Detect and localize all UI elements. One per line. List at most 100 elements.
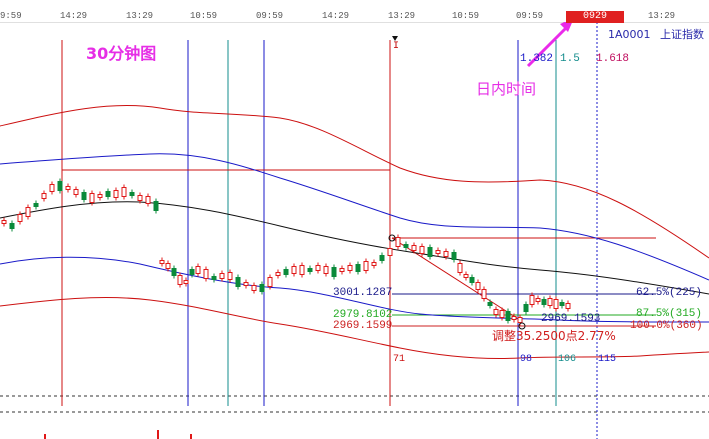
price-level-low-right: 2969.1593: [541, 313, 601, 325]
candle-body: [171, 268, 177, 276]
candle-body: [323, 266, 329, 274]
chart-period-title: 30分钟图: [86, 44, 157, 63]
time-marker-label: I: [393, 41, 400, 52]
bar-count: 115: [598, 354, 617, 365]
candle-body: [105, 191, 111, 197]
candle-body: [219, 273, 225, 279]
candle-body: [371, 262, 377, 266]
candle-body: [73, 189, 79, 195]
axis-tick: 13:29: [388, 11, 416, 21]
candle-body: [129, 192, 135, 196]
candle-body: [299, 265, 305, 275]
boll-mid-line: [0, 153, 709, 281]
candle-body: [541, 299, 547, 305]
candle-body: [315, 265, 321, 271]
candle-body: [493, 309, 499, 315]
axis-tick: 13:29: [648, 11, 676, 21]
price-level-upper: 3001.1287: [333, 287, 393, 299]
candle-body: [547, 298, 553, 306]
index-name-text: 上证指数: [660, 28, 705, 41]
bar-count: 98: [520, 354, 533, 365]
candle-body: [211, 276, 217, 280]
candle-body: [291, 266, 297, 274]
axis-tick: 09:59: [256, 11, 284, 21]
candle-body: [529, 295, 535, 305]
candle-body: [347, 265, 353, 271]
candle-body: [145, 196, 151, 204]
axis-tick: 14:29: [322, 11, 350, 21]
chart-window[interactable]: 9:59 14:29 13:29 10:59 09:59 14:29 13:29…: [0, 0, 709, 439]
candle-body: [81, 192, 87, 200]
current-time-badge: 0929 14:29: [566, 11, 624, 34]
axis-tick: 09:59: [516, 11, 544, 21]
candle-body: [121, 187, 127, 197]
candle-body: [227, 272, 233, 280]
candle-body: [331, 267, 337, 277]
daytime-annotation: 日内时间: [476, 80, 537, 98]
candle-body: [481, 289, 487, 299]
candle-body: [443, 251, 449, 257]
candle-body: [243, 282, 249, 286]
pct-level-100: 100.0%(360): [630, 320, 703, 332]
axis-tick: 14:29: [60, 11, 88, 21]
candle-body: [251, 285, 257, 291]
candle-body: [523, 304, 529, 312]
axis-tick: 10:59: [452, 11, 480, 21]
candle-body: [339, 268, 345, 272]
candle-body: [57, 181, 63, 191]
axis-tick: 9:59: [0, 11, 22, 21]
volume-mark-1: [44, 434, 46, 439]
candle-body: [165, 263, 171, 269]
candle-body: [195, 266, 201, 274]
candle-body: [535, 298, 541, 302]
candle-body: [1, 220, 7, 224]
candle-body: [395, 237, 401, 247]
pct-level-87: 87.5%(315): [636, 308, 703, 320]
candle-body: [411, 245, 417, 251]
index-code[interactable]: 1A0001 上证指数: [608, 26, 704, 42]
candle-body: [17, 214, 23, 222]
adjustment-text: 调整35.2500点2.77%: [492, 329, 616, 343]
candle-body: [379, 255, 385, 261]
volume-mark-3: [190, 434, 192, 439]
candle-body: [267, 277, 273, 287]
candle-body: [499, 310, 505, 318]
candle-body: [355, 264, 361, 272]
candle-body: [89, 193, 95, 203]
candle-body: [403, 244, 409, 248]
candle-body: [153, 201, 159, 211]
candle-body: [387, 248, 393, 256]
candle-body: [435, 250, 441, 254]
candle-body: [9, 223, 15, 229]
fib-ratio-label: 1.5: [560, 53, 580, 65]
candle-body: [49, 184, 55, 192]
candle-body: [183, 280, 189, 284]
candle-body: [259, 284, 265, 292]
candlestick-group: [1, 178, 571, 326]
candle-body: [463, 274, 469, 278]
candle-body: [41, 193, 47, 199]
candle-body: [475, 282, 481, 290]
fib-ratio-label: 1.382: [520, 53, 554, 65]
fib-ratio-label: 1.618: [596, 53, 630, 65]
candle-body: [427, 247, 433, 257]
candle-body: [235, 277, 241, 287]
candle-body: [159, 260, 165, 264]
candle-body: [65, 186, 71, 190]
candle-body: [565, 303, 571, 309]
candle-body: [33, 203, 39, 207]
bar-count: 106: [558, 354, 577, 365]
candle-body: [25, 207, 31, 217]
boll-upper-band: [0, 104, 709, 259]
candle-body: [517, 317, 523, 323]
candle-body: [553, 299, 559, 309]
candle-body: [177, 275, 183, 285]
candle-body: [457, 263, 463, 273]
chart-canvas[interactable]: [0, 0, 709, 439]
bar-count: 71: [393, 354, 406, 365]
trend-line-down: [391, 237, 521, 321]
candle-body: [97, 194, 103, 198]
candle-body: [283, 269, 289, 275]
candle-body: [505, 311, 511, 321]
pct-level-62: 62.5%(225): [636, 287, 703, 299]
